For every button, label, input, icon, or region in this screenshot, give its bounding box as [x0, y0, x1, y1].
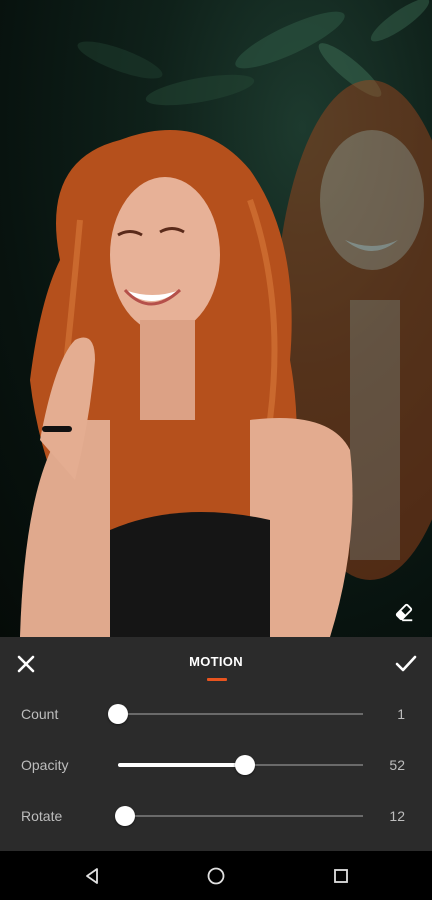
count-slider-track[interactable] — [108, 704, 363, 724]
photo-canvas[interactable] — [0, 0, 432, 637]
nav-recents-button[interactable] — [330, 865, 352, 887]
title-underline — [207, 678, 227, 681]
nav-back-button[interactable] — [81, 865, 103, 887]
slider-label: Count — [21, 706, 59, 722]
slider-value: 52 — [389, 757, 405, 773]
recents-square-icon — [334, 869, 348, 883]
rotate-slider-track[interactable] — [115, 806, 363, 826]
checkmark-icon — [395, 655, 417, 672]
count-slider-thumb[interactable] — [108, 704, 128, 724]
slider-label: Opacity — [21, 757, 69, 773]
opacity-slider-track[interactable] — [118, 755, 363, 775]
slider-value: 1 — [397, 706, 405, 722]
back-triangle-icon — [86, 868, 98, 884]
apply-button[interactable] — [393, 651, 419, 677]
motion-panel: MOTION Count 1 Opacity 52 Rotate 12 — [0, 637, 432, 851]
home-circle-icon — [207, 867, 225, 885]
slider-row-count: Count 1 — [0, 699, 432, 729]
panel-title: MOTION — [189, 654, 243, 669]
photo-image — [20, 0, 432, 637]
opacity-slider-thumb[interactable] — [235, 755, 256, 775]
system-nav-bar — [0, 851, 432, 900]
slider-value: 12 — [389, 808, 405, 824]
nav-home-button[interactable] — [205, 865, 227, 887]
rotate-slider-thumb[interactable] — [115, 806, 136, 826]
slider-row-opacity: Opacity 52 — [0, 750, 432, 780]
eraser-button[interactable] — [388, 596, 420, 628]
slider-fill — [118, 763, 246, 767]
slider-label: Rotate — [21, 808, 63, 824]
slider-row-rotate: Rotate 12 — [0, 801, 432, 831]
panel-header: MOTION — [0, 637, 432, 693]
eraser-icon — [395, 603, 413, 622]
